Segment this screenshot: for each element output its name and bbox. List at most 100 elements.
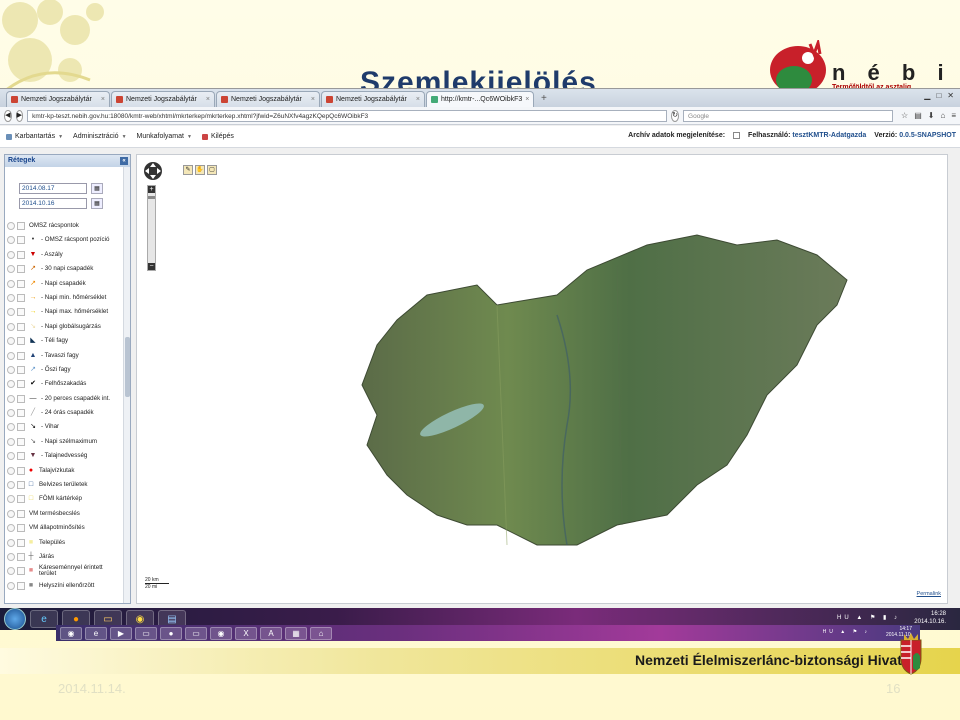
layer-checkbox[interactable] [17,509,25,518]
layer-radio[interactable] [7,337,15,346]
maximize-icon[interactable]: □ [936,91,941,100]
forward-icon[interactable]: ▶ [15,109,24,122]
layer-radio[interactable] [7,322,15,331]
layer-row[interactable]: ▼ - Talajnedvesség [5,449,123,463]
new-tab-button[interactable]: + [535,93,553,104]
layer-row[interactable]: OMSZ rácspontok [5,219,123,233]
layer-checkbox[interactable] [17,524,25,533]
layer-row[interactable]: ● Talajvízkutak [5,464,123,478]
layer-checkbox[interactable] [17,466,25,475]
browser-tab-active[interactable]: http://kmtr-...Qc6WOibkF3 × [426,91,534,107]
layer-checkbox[interactable] [17,495,25,504]
layer-checkbox[interactable] [17,265,25,274]
layer-radio[interactable] [7,538,15,547]
layer-checkbox[interactable] [17,380,25,389]
map-view[interactable]: ✎ ✋ ▢ + − 20 km 20 mi Permalink [136,154,948,604]
home-icon[interactable]: ⌂ [940,111,945,120]
menu-karbantartas[interactable]: Karbantartás ▼ [6,133,63,140]
layer-radio[interactable] [7,481,15,490]
hand-tool-icon[interactable]: ✋ [195,165,205,175]
ie-icon[interactable]: e [85,626,107,640]
pdf-icon[interactable]: A [260,626,282,640]
date-from-field[interactable]: 2014.08.17 [19,183,87,194]
layer-radio[interactable] [7,380,15,389]
layer-checkbox[interactable] [17,567,25,576]
clock[interactable]: 16:28 2014.10.16. [914,610,946,626]
browser-tab[interactable]: Nemzeti Jogszabálytár × [111,91,215,107]
collapse-icon[interactable]: « [120,157,128,165]
browser-tab[interactable]: Nemzeti Jogszabálytár × [321,91,425,107]
layer-row[interactable]: ■ Település [5,536,123,550]
bookmarks-icon[interactable]: ▤ [914,111,922,120]
archive-checkbox[interactable] [733,132,741,139]
zoom-handle[interactable] [148,196,155,199]
layer-row[interactable]: ▲ - Tavaszi fagy [5,349,123,363]
layer-radio[interactable] [7,409,15,418]
layers-scrollbar[interactable] [123,167,130,603]
browser-tab[interactable]: Nemzeti Jogszabálytár × [6,91,110,107]
menu-adminisztracio[interactable]: Adminisztráció ▼ [73,133,126,140]
layer-radio[interactable] [7,293,15,302]
layer-checkbox[interactable] [17,365,25,374]
layer-radio[interactable] [7,423,15,432]
layer-radio[interactable] [7,250,15,259]
layer-radio[interactable] [7,552,15,561]
search-input[interactable]: Google [683,109,894,122]
close-icon[interactable]: × [311,96,315,103]
layer-row[interactable]: ◣ - Téli fagy [5,334,123,348]
layer-checkbox[interactable] [17,538,25,547]
layer-row[interactable]: VM termésbecslés [5,507,123,521]
layer-radio[interactable] [7,265,15,274]
start-button[interactable]: ◉ [60,626,82,640]
close-icon[interactable]: × [206,96,210,103]
layer-radio[interactable] [7,495,15,504]
layer-radio[interactable] [7,279,15,288]
layer-row[interactable]: VM állapotminősítés [5,521,123,535]
layer-radio[interactable] [7,437,15,446]
zoom-in-button[interactable]: + [148,186,155,193]
layer-checkbox[interactable] [17,293,25,302]
layer-checkbox[interactable] [17,394,25,403]
lang-indicator[interactable]: HU [837,615,852,621]
layer-checkbox[interactable] [17,279,25,288]
close-window-icon[interactable]: ✕ [947,91,954,100]
close-icon[interactable]: × [416,96,420,103]
media-icon[interactable]: ▶ [110,626,132,640]
firefox-icon[interactable]: ● [160,626,182,640]
layer-row[interactable]: → - Napi max. hőmérséklet [5,305,123,319]
layer-checkbox[interactable] [17,581,25,590]
layer-row[interactable]: □ Belvizes területek [5,478,123,492]
layer-radio[interactable] [7,524,15,533]
menu-munkafolyamat[interactable]: Munkafolyamat ▼ [137,133,192,140]
excel-icon[interactable]: X [235,626,257,640]
scrollbar-thumb[interactable] [125,337,130,397]
start-button[interactable] [4,608,26,630]
layer-checkbox[interactable] [17,222,25,230]
reload-icon[interactable]: ↻ [671,109,680,122]
calendar-icon[interactable]: ▦ [91,198,103,209]
draw-tool-icon[interactable]: ▢ [207,165,217,175]
layer-row[interactable]: ↘ - Napi globálsugárzás [5,320,123,334]
folder-icon[interactable]: ▭ [135,626,157,640]
zoom-slider[interactable]: + − [147,185,156,271]
pan-control-icon[interactable] [143,161,163,181]
lang-indicator[interactable]: HU [823,629,836,635]
chrome-icon[interactable]: ◉ [210,626,232,640]
menu-kilepes[interactable]: Kilépés [201,133,234,140]
close-icon[interactable]: × [101,96,105,103]
layer-radio[interactable] [7,308,15,317]
star-icon[interactable]: ☆ [901,111,908,120]
layer-row[interactable]: ■ Helyszíni ellenőrzött [5,579,123,593]
layer-checkbox[interactable] [17,351,25,360]
layer-radio[interactable] [7,394,15,403]
permalink-link[interactable]: Permalink [917,591,941,597]
layer-radio[interactable] [7,581,15,590]
layer-radio[interactable] [7,365,15,374]
network-icon[interactable]: ⌂ [310,626,332,640]
layer-row[interactable]: ↗ - Napi csapadék [5,277,123,291]
layer-checkbox[interactable] [17,308,25,317]
calendar-icon[interactable]: ▦ [91,183,103,194]
layer-checkbox[interactable] [17,409,25,418]
layer-row[interactable]: □ FÖMI kártérkép [5,492,123,506]
download-icon[interactable]: ⬇ [928,111,935,120]
